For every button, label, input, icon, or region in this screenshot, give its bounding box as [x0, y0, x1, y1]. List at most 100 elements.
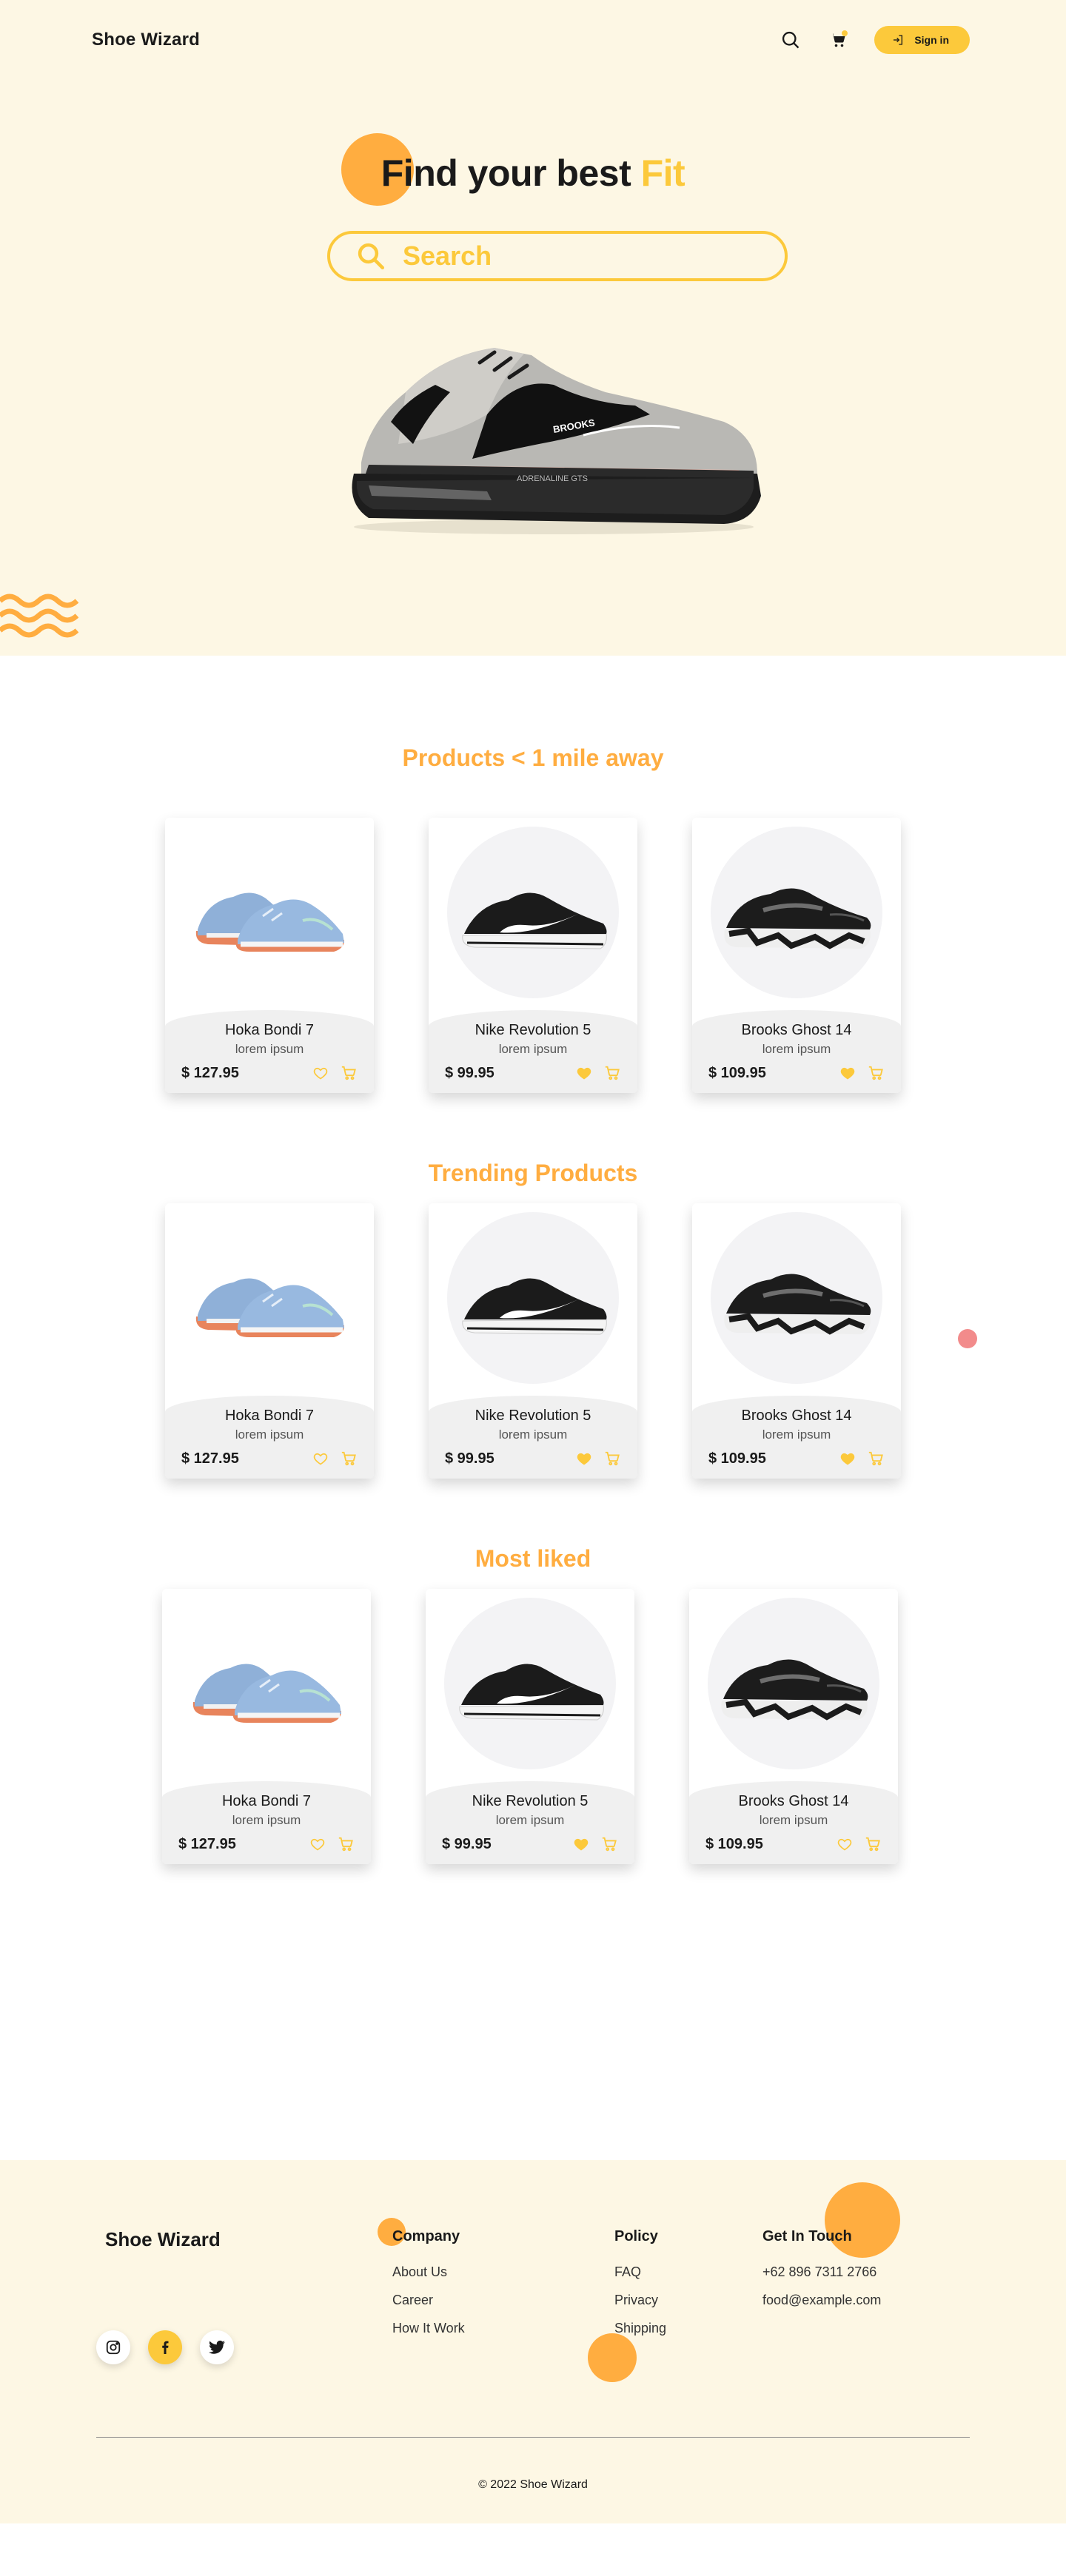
product-actions — [575, 1450, 621, 1467]
product-card[interactable]: Nike Revolution 5 lorem ipsum $ 99.95 — [429, 1203, 637, 1479]
product-grid: Hoka Bondi 7 lorem ipsum $ 127.95 Nike R… — [0, 1589, 1063, 1864]
facebook-icon[interactable] — [148, 2330, 182, 2364]
product-name: Nike Revolution 5 — [472, 1793, 589, 1809]
heart-icon[interactable] — [312, 1450, 329, 1467]
product-actions — [572, 1835, 618, 1853]
add-to-cart-icon[interactable] — [340, 1450, 358, 1467]
product-description: lorem ipsum — [762, 1427, 831, 1442]
instagram-icon[interactable] — [96, 2330, 130, 2364]
product-card[interactable]: Nike Revolution 5 lorem ipsum $ 99.95 — [426, 1589, 634, 1864]
copyright: © 2022 Shoe Wizard — [478, 2478, 588, 2491]
product-card[interactable]: Hoka Bondi 7 lorem ipsum $ 127.95 — [162, 1589, 371, 1864]
footer-brand: Shoe Wizard — [105, 2228, 221, 2250]
product-info: Brooks Ghost 14 lorem ipsum $ 109.95 — [689, 1781, 898, 1864]
search-bar[interactable] — [327, 231, 788, 281]
heart-icon[interactable] — [839, 1450, 857, 1467]
product-name: Nike Revolution 5 — [475, 1408, 591, 1424]
heart-icon[interactable] — [836, 1835, 854, 1853]
product-actions — [575, 1064, 621, 1082]
footer-link-career[interactable]: Career — [392, 2293, 465, 2308]
product-price-row: $ 99.95 — [442, 1835, 618, 1853]
product-price: $ 99.95 — [442, 1835, 492, 1852]
wave-decoration — [0, 593, 78, 638]
heart-icon[interactable] — [312, 1064, 329, 1082]
heart-icon[interactable] — [575, 1064, 593, 1082]
add-to-cart-icon[interactable] — [603, 1064, 621, 1082]
product-card[interactable]: Nike Revolution 5 lorem ipsum $ 99.95 — [429, 818, 637, 1093]
product-image — [708, 1598, 879, 1769]
add-to-cart-icon[interactable] — [603, 1450, 621, 1467]
social-links — [96, 2330, 234, 2364]
search-input[interactable] — [403, 241, 758, 272]
product-price-row: $ 127.95 — [178, 1835, 355, 1853]
product-card[interactable]: Hoka Bondi 7 lorem ipsum $ 127.95 — [165, 818, 374, 1093]
section-title: Most liked — [475, 1545, 591, 1572]
footer-link-privacy[interactable]: Privacy — [614, 2293, 666, 2308]
add-to-cart-icon[interactable] — [337, 1835, 355, 1853]
twitter-icon[interactable] — [200, 2330, 234, 2364]
hero-title: Find your best Fit — [0, 152, 1066, 195]
product-image — [447, 827, 619, 998]
product-info: Nike Revolution 5 lorem ipsum $ 99.95 — [429, 1010, 637, 1093]
hero-title-main: Find your best — [381, 152, 641, 194]
product-price-row: $ 109.95 — [705, 1835, 882, 1853]
footer-link-shipping[interactable]: Shipping — [614, 2321, 666, 2336]
product-info: Hoka Bondi 7 lorem ipsum $ 127.95 — [165, 1396, 374, 1479]
add-to-cart-icon[interactable] — [867, 1064, 885, 1082]
add-to-cart-icon[interactable] — [340, 1064, 358, 1082]
signin-button[interactable]: Sign in — [874, 26, 970, 54]
product-description: lorem ipsum — [762, 1042, 831, 1056]
heart-icon[interactable] — [839, 1064, 857, 1082]
product-price-row: $ 99.95 — [445, 1450, 621, 1467]
product-name: Hoka Bondi 7 — [224, 1022, 315, 1038]
product-card[interactable]: Brooks Ghost 14 lorem ipsum $ 109.95 — [692, 1203, 901, 1479]
product-price-row: $ 127.95 — [181, 1450, 358, 1467]
heart-icon[interactable] — [575, 1450, 593, 1467]
product-card[interactable]: Hoka Bondi 7 lorem ipsum $ 127.95 — [165, 1203, 374, 1479]
hero-title-highlight: Fit — [640, 152, 685, 194]
brand-logo[interactable]: Shoe Wizard — [92, 30, 200, 50]
footer-link-about[interactable]: About Us — [392, 2264, 465, 2280]
product-description: lorem ipsum — [235, 1427, 304, 1442]
add-to-cart-icon[interactable] — [864, 1835, 882, 1853]
product-price: $ 127.95 — [181, 1450, 239, 1467]
heart-icon[interactable] — [572, 1835, 590, 1853]
product-actions — [839, 1064, 885, 1082]
product-price: $ 109.95 — [705, 1835, 763, 1852]
product-actions — [836, 1835, 882, 1853]
footer-divider — [96, 2437, 970, 2438]
footer-company-column: Company About Us Career How It Work — [392, 2228, 465, 2349]
footer-contact-title: Get In Touch — [762, 2228, 852, 2244]
nav-actions: Sign in — [780, 26, 970, 54]
product-card[interactable]: Brooks Ghost 14 lorem ipsum $ 109.95 — [689, 1589, 898, 1864]
product-price-row: $ 127.95 — [181, 1064, 358, 1082]
cart-icon[interactable] — [827, 29, 849, 51]
product-section: Products < 1 mile away Hoka Bondi 7 lore… — [0, 744, 1066, 1093]
add-to-cart-icon[interactable] — [600, 1835, 618, 1853]
product-price: $ 99.95 — [445, 1450, 495, 1467]
footer-link-faq[interactable]: FAQ — [614, 2264, 666, 2280]
product-description: lorem ipsum — [232, 1813, 301, 1827]
product-actions — [839, 1450, 885, 1467]
product-name: Brooks Ghost 14 — [741, 1408, 852, 1424]
product-grid: Hoka Bondi 7 lorem ipsum $ 127.95 Nike R… — [0, 1203, 1066, 1479]
product-name: Brooks Ghost 14 — [738, 1793, 849, 1809]
product-image — [447, 1212, 619, 1384]
footer-email: food@example.com — [762, 2293, 882, 2307]
product-image — [181, 1598, 352, 1769]
footer: Shoe Wizard Company About Us Career How … — [0, 2160, 1066, 2523]
search-icon[interactable] — [780, 29, 802, 51]
product-price-row: $ 99.95 — [445, 1064, 621, 1082]
product-image — [184, 827, 355, 998]
products-main: Products < 1 mile away Hoka Bondi 7 lore… — [0, 656, 1066, 1864]
product-name: Hoka Bondi 7 — [221, 1793, 312, 1809]
product-card[interactable]: Brooks Ghost 14 lorem ipsum $ 109.95 — [692, 818, 901, 1093]
add-to-cart-icon[interactable] — [867, 1450, 885, 1467]
footer-link-how-it-work[interactable]: How It Work — [392, 2321, 465, 2336]
footer-company-title: Company — [392, 2228, 460, 2244]
product-price-row: $ 109.95 — [708, 1450, 885, 1467]
product-name: Brooks Ghost 14 — [741, 1022, 852, 1038]
product-description: lorem ipsum — [495, 1813, 565, 1827]
heart-icon[interactable] — [309, 1835, 326, 1853]
product-image — [711, 1212, 882, 1384]
